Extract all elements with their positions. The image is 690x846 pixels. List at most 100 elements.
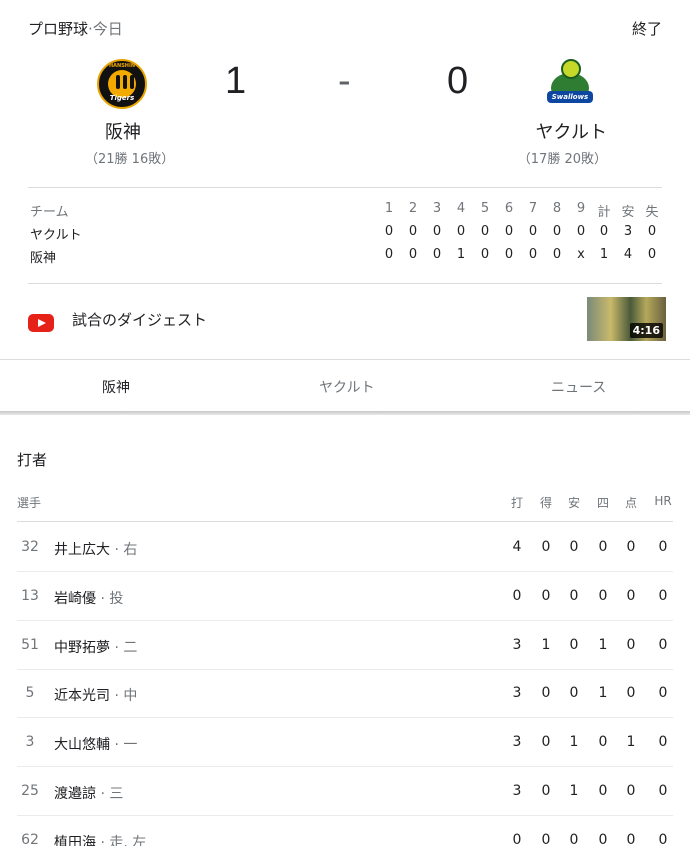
tab-news[interactable]: ニュース [551,377,606,397]
linescore-col: 7 [528,201,538,216]
away-score: 0 [447,60,469,102]
digest-video-thumbnail[interactable]: 4:16 [587,297,666,341]
player-name: 渡邉諒 [54,786,96,802]
player-row[interactable]: 25 渡邉諒 · 三 3 0 1 0 0 0 [17,767,673,816]
player-name: 井上広大 [54,542,110,558]
batting-section-title: 打者 [17,451,48,469]
divider [28,187,662,188]
linescore-cell: 0 [647,247,657,262]
player-position: · 二 [110,640,138,656]
tab-away-team[interactable]: ヤクルト [319,377,375,397]
home-team-record: （21勝 16敗） [85,152,175,167]
linescore-cell: 3 [623,224,633,239]
player-row[interactable]: 5 近本光司 · 中 3 0 0 1 0 0 [17,669,673,718]
stat-cell: 0 [598,734,608,750]
stat-cell: 1 [626,734,636,750]
stat-cell: 0 [598,539,608,555]
stat-cell: 0 [541,783,551,799]
linescore-cell: 0 [432,247,442,262]
away-team-record: （17勝 20敗） [517,152,607,167]
score-separator: - [338,60,351,102]
away-team-logo[interactable]: Swallows [547,59,597,109]
stat-column-header: 打 [510,496,523,510]
tiger-stripe [116,75,120,89]
linescore-cell: 0 [552,247,562,262]
stat-cell: 0 [658,832,668,846]
player-position: · 走, 左 [96,835,147,846]
linescore-cell: 0 [480,247,490,262]
linescore-col: 失 [645,205,659,220]
player-name: 中野拓夢 [54,640,110,656]
stat-cell: 0 [569,637,579,653]
player-number: 5 [25,685,35,701]
linescore-cell: 0 [384,224,394,239]
player-number: 62 [21,832,39,846]
home-score: 1 [225,60,247,102]
linescore-row: 阪神 0 0 0 1 0 0 0 0 x 1 4 0 [30,247,662,270]
player-name-cell: 植田海 · 走, 左 [54,832,146,846]
player-row[interactable]: 32 井上広大 · 右 4 0 0 0 0 0 [17,523,673,572]
stat-cell: 0 [541,539,551,555]
linescore-col: 4 [456,201,466,216]
away-team-name[interactable]: ヤクルト [536,118,607,144]
stat-cell: 1 [569,734,579,750]
player-number: 25 [21,783,39,799]
stat-cell: 0 [512,832,522,846]
tab-home-team[interactable]: 阪神 [102,377,130,397]
stat-cell: 4 [512,539,522,555]
linescore-col: 9 [576,201,586,216]
player-name: 植田海 [54,835,96,846]
linescore-col: 安 [621,205,635,220]
game-status: 終了 [631,20,662,38]
stat-cell: 3 [512,734,522,750]
home-team-name[interactable]: 阪神 [105,118,141,144]
stat-column-header: 安 [567,496,580,510]
linescore-cell: 0 [647,224,657,239]
stat-cell: 3 [512,637,522,653]
player-name-cell: 井上広大 · 右 [54,539,137,559]
divider [28,283,662,284]
stat-cell: 0 [626,832,636,846]
linescore-cell: 0 [408,224,418,239]
player-position: · 中 [110,688,138,704]
stat-cell: 0 [541,685,551,701]
linescore-row: ヤクルト 0 0 0 0 0 0 0 0 0 0 3 0 [30,224,662,247]
game-digest-link[interactable]: 試合のダイジェスト 4:16 [28,297,666,343]
stat-cell: 0 [569,832,579,846]
stat-cell: 0 [658,637,668,653]
stat-cell: 0 [658,685,668,701]
linescore-cell: 0 [504,247,514,262]
linescore-table: チーム 1 2 3 4 5 6 7 8 9 計 安 失 ヤクルト 0 0 0 0… [30,201,662,270]
stat-column-header: 点 [624,496,637,510]
player-number: 3 [25,734,35,750]
stat-cell: 0 [626,588,636,604]
linescore-cell: 0 [408,247,418,262]
player-row[interactable]: 3 大山悠輔 · 一 3 0 1 0 1 0 [17,718,673,767]
player-name: 岩崎優 [54,591,96,607]
stat-cell: 3 [512,685,522,701]
player-row[interactable]: 51 中野拓夢 · 二 3 1 0 1 0 0 [17,621,673,670]
player-row[interactable]: 13 岩崎優 · 投 0 0 0 0 0 0 [17,572,673,621]
linescore-cell: 0 [552,224,562,239]
stat-cell: 0 [626,685,636,701]
game-header-league: プロ野球·今日 [28,18,123,39]
player-name: 近本光司 [54,688,110,704]
home-team-logo[interactable]: HANSHIN Tigers [97,59,147,109]
linescore-cell: 0 [576,224,586,239]
stat-cell: 0 [626,539,636,555]
home-logo-text: Tigers [109,94,135,102]
stat-cell: 0 [541,832,551,846]
player-column-header: 選手 [17,496,42,510]
stat-cell: 1 [598,637,608,653]
stat-cell: 0 [569,539,579,555]
stat-cell: 0 [541,734,551,750]
linescore-cell: 0 [480,224,490,239]
stat-cell: 1 [541,637,551,653]
stat-cell: 0 [626,783,636,799]
linescore-cell: 0 [384,247,394,262]
player-row[interactable]: 62 植田海 · 走, 左 0 0 0 0 0 0 [17,816,673,846]
player-name-cell: 近本光司 · 中 [54,685,137,705]
linescore-cell: 0 [599,224,609,239]
tabs-shadow [0,411,690,415]
linescore-cell: 0 [504,224,514,239]
